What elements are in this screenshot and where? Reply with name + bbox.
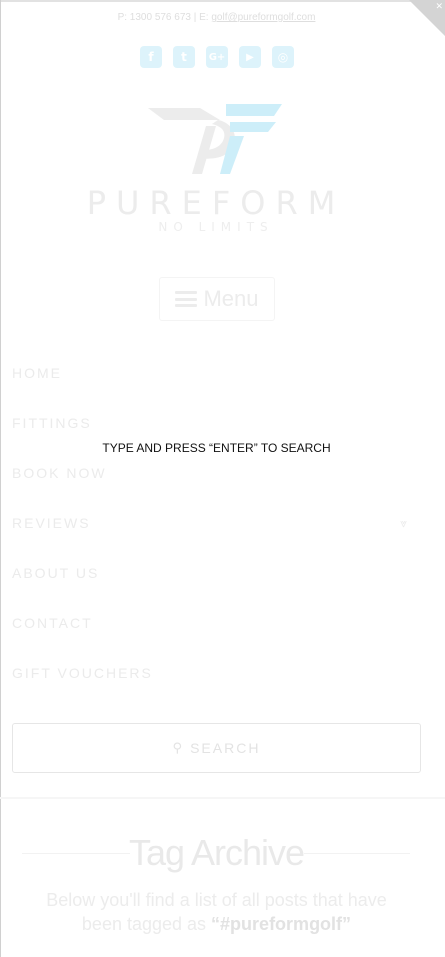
menu-toggle-button[interactable]: Menu — [159, 277, 275, 321]
nav-item-label: BOOK NOW — [12, 465, 107, 481]
search-overlay-prompt: TYPE AND PRESS “ENTER” TO SEARCH — [102, 441, 331, 455]
nav-item-label: ABOUT US — [12, 565, 100, 581]
logo-wordmark: PUREFORM — [86, 184, 346, 222]
nav-item-label: GIFT VOUCHERS — [12, 665, 153, 681]
search-label: SEARCH — [190, 740, 261, 756]
nav-item-home[interactable]: HOME — [12, 348, 421, 398]
social-links: f t G+ ▶ ◎ — [140, 46, 294, 68]
contact-email-link[interactable]: golf@pureformgolf.com — [211, 12, 315, 23]
google-plus-icon[interactable]: G+ — [206, 46, 228, 68]
nav-item-gift-vouchers[interactable]: GIFT VOUCHERS — [12, 648, 421, 698]
page: ✕ P: 1300 576 673 | E: golf@pureformgolf… — [0, 0, 445, 957]
twitter-icon[interactable]: t — [173, 46, 195, 68]
instagram-icon[interactable]: ◎ — [272, 46, 294, 68]
nav-item-label: FITTINGS — [12, 415, 92, 431]
menu-toggle-label: Menu — [203, 286, 259, 311]
archive-description: Below you'll find a list of all posts th… — [40, 888, 393, 936]
nav-item-label: HOME — [12, 365, 62, 381]
nav-item-label: REVIEWS — [12, 515, 91, 531]
window-left-border — [0, 0, 1, 957]
main-nav: HOME FITTINGS BOOK NOW REVIEWS ⩔ ABOUT US… — [12, 348, 421, 698]
hamburger-icon — [175, 291, 198, 307]
nav-item-about-us[interactable]: ABOUT US — [12, 548, 421, 598]
nav-item-reviews[interactable]: REVIEWS ⩔ — [12, 498, 421, 548]
archive-tag: “#pureformgolf” — [211, 914, 352, 934]
logo-tagline: NO LIMITS — [158, 220, 274, 234]
nav-item-label: CONTACT — [12, 615, 93, 631]
page-title: Tag Archive — [128, 832, 305, 873]
contact-bar: P: 1300 576 673 | E: golf@pureformgolf.c… — [0, 12, 433, 23]
chevron-down-icon[interactable]: ⩔ — [400, 516, 409, 531]
search-icon: ⚲ — [172, 740, 185, 756]
logo-mark-icon — [148, 104, 282, 174]
nav-item-contact[interactable]: CONTACT — [12, 598, 421, 648]
close-icon[interactable]: ✕ — [435, 2, 443, 12]
search-button[interactable]: ⚲ SEARCH — [12, 723, 421, 773]
nav-item-book-now[interactable]: BOOK NOW — [12, 448, 421, 498]
contact-phone: P: 1300 576 673 | E: — [117, 12, 212, 23]
youtube-icon[interactable]: ▶ — [239, 46, 261, 68]
site-logo[interactable]: PUREFORM NO LIMITS — [80, 100, 352, 238]
section-divider — [0, 797, 445, 799]
window-top-border — [0, 0, 445, 2]
facebook-icon[interactable]: f — [140, 46, 162, 68]
